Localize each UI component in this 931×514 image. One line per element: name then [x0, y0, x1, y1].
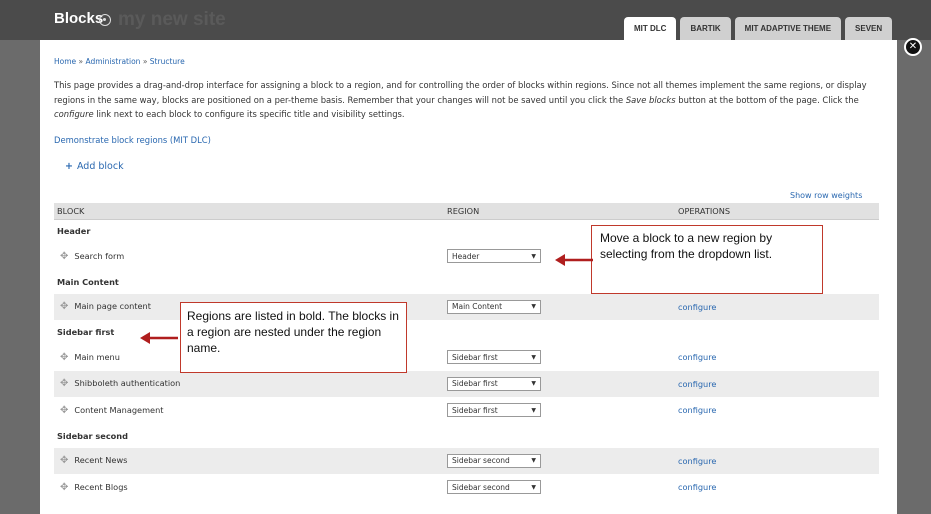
table-row: ✥ Main page content Main Content ▼ configu… [54, 293, 879, 320]
drag-handle-icon[interactable]: ✥ [60, 482, 68, 493]
callout-move-block: Move a block to a new region by selectin… [591, 225, 823, 294]
tab-mit-dlc[interactable]: MIT DLC [624, 17, 677, 40]
intro-part: link next to each block to configure its… [93, 109, 405, 119]
region-select[interactable]: Main Content ▼ [447, 299, 541, 314]
select-value: Sidebar first [452, 405, 498, 415]
region-select[interactable]: Sidebar first ▼ [447, 350, 541, 365]
breadcrumb-structure[interactable]: Structure [150, 57, 185, 66]
region-select[interactable]: Sidebar first ▼ [447, 376, 541, 391]
select-value: Sidebar second [452, 482, 510, 492]
close-icon: ✕ [908, 41, 918, 52]
intro-text: This page provides a drag-and-drop inter… [54, 78, 884, 122]
intro-save-blocks: Save blocks [625, 94, 676, 105]
tab-mit-adaptive-theme[interactable]: MIT ADAPTIVE THEME [734, 17, 842, 40]
drag-handle-icon[interactable]: ✥ [60, 352, 68, 363]
configure-link[interactable]: configure [678, 456, 716, 466]
select-value: Sidebar first [452, 352, 498, 362]
tab-bartik[interactable]: BARTIK [680, 17, 731, 40]
drag-handle-icon[interactable]: ✥ [60, 378, 68, 389]
callout-arrow-icon [555, 254, 593, 266]
breadcrumb-separator: » [78, 57, 84, 66]
drag-handle-icon[interactable]: ✥ [60, 405, 68, 416]
table-header-row: BLOCK REGION OPERATIONS [54, 203, 879, 220]
shortcut-icon[interactable] [99, 14, 111, 26]
select-value: Header [452, 251, 480, 261]
block-name: Recent Blogs [74, 481, 128, 492]
tab-seven[interactable]: SEVEN [845, 17, 893, 40]
chevron-down-icon: ▼ [531, 303, 536, 311]
block-name: Shibboleth authentication [74, 378, 181, 389]
close-overlay-button[interactable]: ✕ [904, 38, 922, 56]
configure-link[interactable]: configure [678, 379, 716, 389]
plus-icon: + [65, 161, 73, 172]
chevron-down-icon: ▼ [531, 457, 536, 465]
add-block-link[interactable]: + Add block [65, 161, 124, 172]
chevron-down-icon: ▼ [531, 252, 536, 260]
block-name: Search form [74, 250, 125, 261]
chevron-down-icon: ▼ [531, 353, 536, 361]
block-name: Content Management [74, 404, 164, 415]
breadcrumb-home[interactable]: Home [54, 57, 76, 66]
breadcrumb-administration[interactable]: Administration [86, 57, 141, 66]
intro-configure: configure [54, 109, 94, 119]
select-value: Sidebar first [452, 379, 498, 389]
header-region: REGION [444, 203, 675, 220]
chevron-down-icon: ▼ [531, 380, 536, 388]
select-value: Sidebar second [452, 456, 510, 466]
region-select[interactable]: Sidebar second ▼ [447, 453, 541, 468]
intro-part: button at the bottom of the page. Click … [675, 94, 859, 105]
breadcrumb: Home » Administration » Structure [54, 57, 185, 66]
drag-handle-icon[interactable]: ✥ [60, 251, 68, 262]
chevron-down-icon: ▼ [531, 406, 536, 414]
header-operations: OPERATIONS [675, 203, 879, 220]
select-value: Main Content [452, 302, 503, 312]
table-row: ✥ Recent Blogs Sidebar second ▼ configure [54, 474, 879, 501]
region-row: Sidebar second [54, 424, 879, 448]
region-select[interactable]: Sidebar first ▼ [447, 403, 541, 418]
callout-regions-bold: Regions are listed in bold. The blocks i… [180, 302, 407, 373]
breadcrumb-separator: » [142, 57, 148, 66]
block-name: Main page content [74, 301, 151, 312]
callout-arrow-icon [140, 332, 178, 344]
add-block-label: Add block [76, 161, 124, 172]
configure-link[interactable]: configure [678, 405, 716, 415]
drag-handle-icon[interactable]: ✥ [60, 455, 68, 466]
table-row: ✥ Content Management Sidebar first ▼ confi… [54, 397, 879, 424]
theme-tabs: MIT DLC BARTIK MIT ADAPTIVE THEME SEVEN [624, 17, 893, 40]
block-name: Main menu [74, 351, 120, 362]
chevron-down-icon: ▼ [531, 483, 536, 491]
configure-link[interactable]: configure [678, 352, 716, 362]
region-select[interactable]: Sidebar second ▼ [447, 480, 541, 495]
table-row: ✥ Recent News Sidebar second ▼ configure [54, 447, 879, 474]
block-name: Recent News [74, 455, 128, 466]
region-name: Sidebar second [57, 430, 128, 441]
drag-handle-icon[interactable]: ✥ [60, 301, 68, 312]
background-site-name: my new site [118, 9, 226, 30]
configure-link[interactable]: configure [678, 302, 716, 312]
configure-link[interactable]: configure [678, 482, 716, 492]
table-row: ✥ Main menu Sidebar first ▼ configure [54, 344, 879, 371]
region-select[interactable]: Header ▼ [447, 249, 541, 264]
overlay-title: Blocks [54, 10, 104, 27]
header-block: BLOCK [54, 203, 444, 220]
show-row-weights-link[interactable]: Show row weights [790, 191, 862, 200]
demonstrate-regions-link[interactable]: Demonstrate block regions (MIT DLC) [54, 135, 211, 145]
table-row: ✥ Shibboleth authentication Sidebar first… [54, 370, 879, 397]
